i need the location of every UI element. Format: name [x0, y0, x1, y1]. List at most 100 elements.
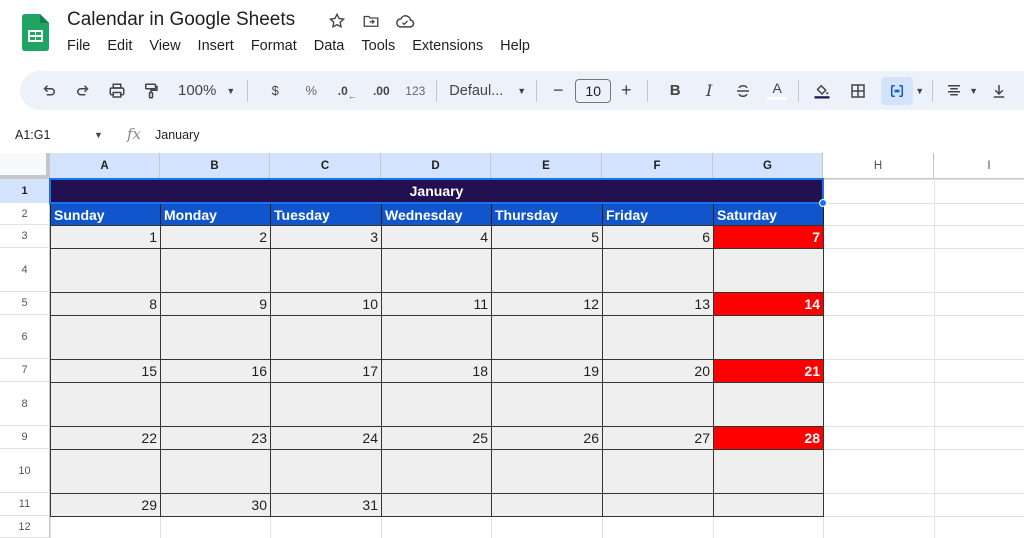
document-title[interactable]: Calendar in Google Sheets — [67, 9, 295, 31]
notes-cell[interactable] — [381, 248, 492, 293]
chevron-down-icon[interactable]: ▼ — [969, 86, 978, 96]
currency-format-button[interactable]: $ — [262, 77, 288, 105]
notes-cell[interactable] — [160, 449, 271, 494]
date-cell[interactable]: 3 — [270, 225, 382, 249]
name-box[interactable]: A1:G1 — [15, 128, 50, 142]
row-header-11[interactable]: 11 — [0, 493, 50, 516]
borders-button[interactable] — [845, 77, 871, 105]
date-cell[interactable]: 7 — [713, 225, 824, 249]
month-title-cell[interactable]: January — [50, 179, 823, 203]
increase-font-size-button[interactable]: + — [613, 77, 639, 105]
notes-cell[interactable] — [602, 449, 714, 494]
date-cell[interactable]: 12 — [491, 292, 603, 316]
menu-edit[interactable]: Edit — [107, 38, 132, 54]
date-cell[interactable]: 27 — [602, 426, 714, 450]
percent-format-button[interactable]: % — [298, 77, 324, 105]
column-header-f[interactable]: F — [602, 153, 713, 179]
date-cell[interactable] — [713, 493, 824, 517]
notes-cell[interactable] — [270, 449, 382, 494]
menu-file[interactable]: File — [67, 38, 90, 54]
date-cell[interactable]: 24 — [270, 426, 382, 450]
strikethrough-button[interactable] — [730, 77, 756, 105]
date-cell[interactable]: 11 — [381, 292, 492, 316]
font-size-input[interactable]: 10 — [575, 78, 612, 103]
font-select[interactable]: Defaul... ▼ — [449, 77, 526, 105]
date-cell[interactable]: 30 — [160, 493, 271, 517]
cloud-saved-icon[interactable] — [395, 11, 415, 31]
sheets-logo-icon[interactable] — [22, 14, 49, 51]
notes-cell[interactable] — [270, 382, 382, 427]
weekday-header-monday[interactable]: Monday — [160, 203, 271, 226]
row-header-3[interactable]: 3 — [0, 225, 50, 248]
merge-options-chevron-icon[interactable]: ▼ — [915, 86, 924, 96]
bold-button[interactable]: B — [662, 77, 688, 105]
italic-button[interactable]: I — [696, 77, 722, 105]
menu-view[interactable]: View — [149, 38, 180, 54]
redo-button[interactable] — [70, 77, 96, 105]
date-cell[interactable]: 31 — [270, 493, 382, 517]
row-header-12[interactable]: 12 — [0, 516, 50, 538]
weekday-header-wednesday[interactable]: Wednesday — [381, 203, 492, 226]
fill-color-button[interactable] — [809, 77, 835, 105]
weekday-header-friday[interactable]: Friday — [602, 203, 714, 226]
date-cell[interactable]: 25 — [381, 426, 492, 450]
notes-cell[interactable] — [381, 315, 492, 360]
column-header-c[interactable]: C — [270, 153, 381, 179]
row-header-7[interactable]: 7 — [0, 359, 50, 382]
column-header-i[interactable]: I — [934, 153, 1024, 179]
date-cell[interactable] — [491, 493, 603, 517]
menu-insert[interactable]: Insert — [198, 38, 234, 54]
notes-cell[interactable] — [491, 382, 603, 427]
date-cell[interactable] — [381, 493, 492, 517]
column-header-a[interactable]: A — [50, 153, 160, 179]
weekday-header-sunday[interactable]: Sunday — [50, 203, 161, 226]
row-header-8[interactable]: 8 — [0, 382, 50, 426]
horizontal-align-button[interactable] — [941, 77, 967, 105]
more-formats-button[interactable]: 123 — [402, 77, 428, 105]
date-cell[interactable]: 21 — [713, 359, 824, 383]
notes-cell[interactable] — [160, 315, 271, 360]
notes-cell[interactable] — [491, 315, 603, 360]
date-cell[interactable]: 22 — [50, 426, 161, 450]
row-header-10[interactable]: 10 — [0, 449, 50, 493]
row-header-6[interactable]: 6 — [0, 315, 50, 359]
notes-cell[interactable] — [713, 449, 824, 494]
notes-cell[interactable] — [50, 382, 161, 427]
row-header-9[interactable]: 9 — [0, 426, 50, 449]
date-cell[interactable]: 1 — [50, 225, 161, 249]
formula-input[interactable]: January — [155, 128, 199, 142]
date-cell[interactable]: 18 — [381, 359, 492, 383]
fill-handle[interactable] — [819, 199, 827, 207]
increase-decimal-button[interactable]: .00 — [368, 77, 394, 105]
date-cell[interactable]: 19 — [491, 359, 603, 383]
date-cell[interactable] — [602, 493, 714, 517]
undo-button[interactable] — [36, 77, 62, 105]
zoom-select[interactable]: 100% ▼ — [178, 77, 235, 105]
move-to-folder-icon[interactable] — [361, 11, 381, 31]
star-icon[interactable] — [327, 11, 347, 31]
date-cell[interactable]: 17 — [270, 359, 382, 383]
notes-cell[interactable] — [270, 315, 382, 360]
date-cell[interactable]: 4 — [381, 225, 492, 249]
weekday-header-thursday[interactable]: Thursday — [491, 203, 603, 226]
weekday-header-tuesday[interactable]: Tuesday — [270, 203, 382, 226]
row-header-2[interactable]: 2 — [0, 203, 50, 225]
notes-cell[interactable] — [50, 248, 161, 293]
notes-cell[interactable] — [491, 449, 603, 494]
merge-cells-button[interactable] — [881, 76, 914, 105]
notes-cell[interactable] — [50, 315, 161, 360]
date-cell[interactable]: 14 — [713, 292, 824, 316]
notes-cell[interactable] — [713, 382, 824, 427]
notes-cell[interactable] — [602, 248, 714, 293]
date-cell[interactable]: 16 — [160, 359, 271, 383]
notes-cell[interactable] — [381, 449, 492, 494]
date-cell[interactable]: 2 — [160, 225, 271, 249]
menu-help[interactable]: Help — [500, 38, 530, 54]
date-cell[interactable]: 6 — [602, 225, 714, 249]
notes-cell[interactable] — [160, 248, 271, 293]
notes-cell[interactable] — [491, 248, 603, 293]
paint-format-button[interactable] — [138, 77, 164, 105]
menu-tools[interactable]: Tools — [361, 38, 395, 54]
date-cell[interactable]: 9 — [160, 292, 271, 316]
column-header-d[interactable]: D — [381, 153, 491, 179]
